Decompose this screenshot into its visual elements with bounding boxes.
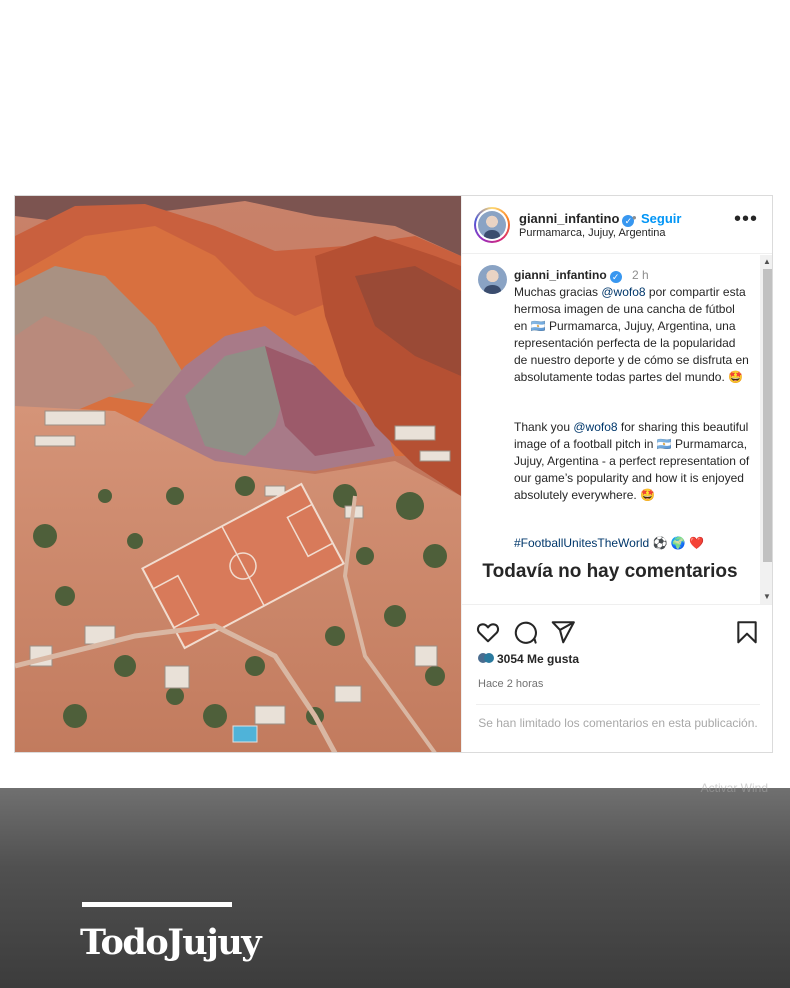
scroll-up-arrow-icon[interactable]: ▲ — [760, 255, 772, 269]
post-location[interactable]: Purmamarca, Jujuy, Argentina — [519, 227, 666, 239]
brand-banner: Activar Wind TodoJujuy — [0, 781, 790, 988]
caption-username[interactable]: gianni_infantino ✓ — [514, 268, 622, 283]
post-age: Hace 2 horas — [478, 678, 544, 690]
caption-es-before: Muchas gracias — [514, 285, 602, 299]
brand-rule-line — [82, 902, 232, 907]
post-actions: 3054 Me gusta Hace 2 horas — [462, 604, 772, 700]
post-header: gianni_infantino ✓ • Seguir Purmamarca, J… — [462, 196, 772, 254]
aerial-landscape-image — [15, 196, 461, 752]
instagram-embed: gianni_infantino ✓ • Seguir Purmamarca, J… — [14, 195, 773, 753]
mention-link[interactable]: @wofo8 — [601, 285, 645, 299]
share-icon[interactable] — [550, 619, 576, 645]
header-username[interactable]: gianni_infantino ✓ — [519, 211, 635, 227]
hashtag-link[interactable]: #FootballUnitesTheWorld ⚽ 🌍 ❤️ — [514, 535, 750, 552]
follow-button[interactable]: Seguir — [641, 211, 681, 226]
profile-avatar[interactable] — [474, 207, 510, 243]
caption-avatar[interactable] — [478, 265, 507, 294]
caption-spanish: Muchas gracias @wofo8 por compartir esta… — [514, 284, 750, 386]
scrollbar-thumb[interactable] — [763, 269, 772, 562]
heart-icon[interactable] — [475, 619, 501, 645]
mention-link[interactable]: @wofo8 — [573, 420, 617, 434]
brand-logo: TodoJujuy — [80, 922, 262, 963]
no-comments-message: Todavía no hay comentarios — [482, 561, 738, 582]
faint-overlay-text: Activar Wind — [700, 781, 768, 795]
more-options-icon[interactable]: ••• — [734, 209, 758, 229]
verified-badge-icon: ✓ — [609, 271, 622, 283]
caption-en-before: Thank you — [514, 420, 574, 434]
likes-text[interactable]: 3054 Me gusta — [497, 652, 579, 666]
caption-timestamp: 2 h — [632, 268, 649, 282]
caption-english: Thank you @wofo8 for sharing this beauti… — [514, 419, 750, 504]
header-username-text[interactable]: gianni_infantino — [519, 211, 619, 226]
scroll-down-arrow-icon[interactable]: ▼ — [760, 590, 772, 604]
comment-icon[interactable] — [512, 619, 538, 645]
caption-username-text[interactable]: gianni_infantino — [514, 268, 607, 282]
post-photo[interactable] — [15, 196, 461, 752]
caption-es-after: por compartir esta hermosa imagen de una… — [514, 285, 749, 384]
scrollbar[interactable]: ▲ ▼ — [760, 255, 772, 604]
caption-scroll-area[interactable]: gianni_infantino ✓ 2 h Muchas gracias @wo… — [462, 255, 772, 604]
comments-limited-notice: Se han limitado los comentarios en esta … — [476, 704, 760, 732]
post-sidebar: gianni_infantino ✓ • Seguir Purmamarca, J… — [461, 196, 772, 752]
bookmark-icon[interactable] — [734, 619, 760, 645]
likers-avatars — [478, 653, 494, 663]
header-separator: • — [632, 210, 637, 225]
likes-count[interactable]: 3054 Me gusta — [478, 652, 579, 666]
